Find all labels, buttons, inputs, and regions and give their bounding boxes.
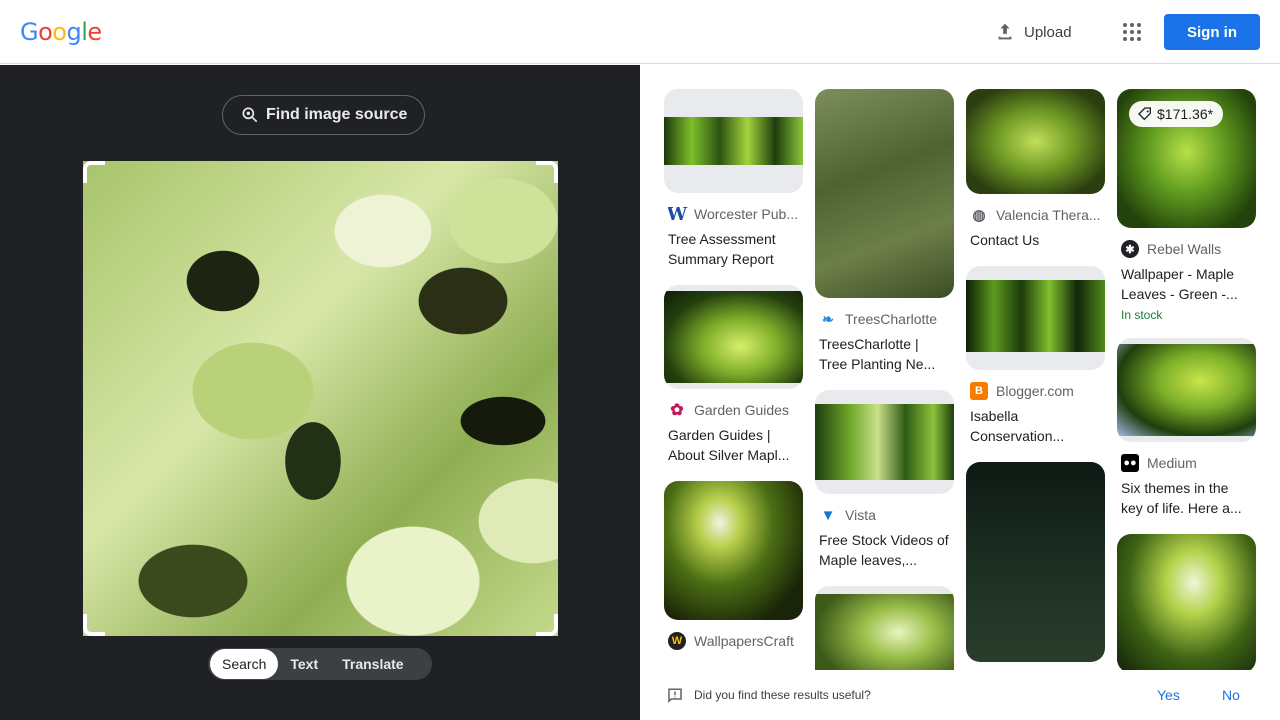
tab-search[interactable]: Search: [210, 649, 279, 679]
result-title[interactable]: Isabella Conservation...: [970, 406, 1101, 446]
crop-handle-top-left[interactable]: [83, 161, 105, 183]
flower-icon: ✿: [670, 402, 684, 419]
results-column: $171.36* ✱ Rebel Walls Wallpaper - Maple…: [1117, 89, 1256, 670]
rebel-walls-icon: ✱: [1121, 240, 1139, 258]
logo-letter: e: [87, 18, 102, 46]
result-source: ●● Medium: [1121, 454, 1252, 472]
result-thumbnail[interactable]: [966, 266, 1105, 370]
result-title[interactable]: Wallpaper - Maple Leaves - Green -...: [1121, 264, 1252, 304]
result-thumbnail[interactable]: [815, 390, 954, 494]
source-name: Vista: [845, 507, 876, 523]
medium-icon: ●●: [1121, 454, 1139, 472]
result-title[interactable]: Six themes in the key of life. Here a...: [1121, 478, 1252, 518]
result-card[interactable]: W Worcester Pub... Tree Assessment Summa…: [664, 89, 803, 269]
result-card[interactable]: [815, 586, 954, 670]
tab-text[interactable]: Text: [278, 649, 330, 679]
find-image-source-label: Find image source: [266, 106, 408, 123]
tab-translate[interactable]: Translate: [330, 649, 415, 679]
sign-in-button[interactable]: Sign in: [1164, 14, 1260, 50]
result-title[interactable]: Tree Assessment Summary Report: [668, 229, 799, 269]
result-thumbnail[interactable]: [664, 285, 803, 389]
result-title[interactable]: Contact Us: [970, 230, 1101, 250]
result-source: ▼ Vista: [819, 506, 950, 524]
result-card[interactable]: B Blogger.com Isabella Conservation...: [966, 266, 1105, 446]
result-thumbnail[interactable]: $171.36*: [1117, 89, 1256, 228]
bird-icon: ❧: [822, 310, 834, 327]
source-name: Medium: [1147, 455, 1197, 471]
source-name: Rebel Walls: [1147, 241, 1222, 257]
source-name: TreesCharlotte: [845, 311, 938, 327]
crop-handle-top-right[interactable]: [536, 161, 558, 183]
logo-letter: o: [52, 18, 67, 46]
google-logo[interactable]: Google: [20, 18, 102, 46]
apps-button[interactable]: [1114, 14, 1150, 50]
results-column: ◍ Valencia Thera... Contact Us B Blogger…: [966, 89, 1105, 670]
apps-grid-icon: [1123, 23, 1141, 41]
feedback-icon: [668, 688, 682, 704]
result-source: ✱ Rebel Walls: [1121, 240, 1252, 258]
logo-letter: g: [66, 18, 82, 46]
result-thumbnail[interactable]: [815, 89, 954, 298]
result-title[interactable]: Garden Guides | About Silver Mapl...: [668, 425, 799, 465]
logo-letter: G: [20, 18, 39, 46]
crop-handle-bottom-right[interactable]: [536, 614, 558, 636]
result-source: W Worcester Pub...: [668, 205, 799, 223]
source-name: Garden Guides: [694, 402, 789, 418]
visual-matches-grid: W Worcester Pub... Tree Assessment Summa…: [640, 65, 1280, 670]
result-title[interactable]: TreesCharlotte | Tree Planting Ne...: [819, 334, 950, 374]
result-thumbnail[interactable]: [664, 89, 803, 193]
result-card[interactable]: $171.36* ✱ Rebel Walls Wallpaper - Maple…: [1117, 89, 1256, 322]
globe-icon: ◍: [972, 207, 986, 224]
results-column: ❧ TreesCharlotte TreesCharlotte | Tree P…: [815, 89, 954, 670]
find-image-source-button[interactable]: Find image source: [222, 95, 426, 135]
upload-button[interactable]: Upload: [984, 14, 1082, 50]
blogger-icon: B: [970, 382, 988, 400]
result-thumbnail[interactable]: [966, 462, 1105, 662]
result-source: W WallpapersCraft: [668, 632, 799, 650]
price-tag-icon: [1138, 107, 1151, 121]
logo-letter: o: [38, 18, 53, 46]
result-thumbnail[interactable]: [966, 89, 1105, 194]
result-card[interactable]: ●● Medium Six themes in the key of life.…: [1117, 338, 1256, 518]
price-badge: $171.36*: [1129, 101, 1224, 127]
upload-label: Upload: [1024, 23, 1072, 41]
mode-tabs: Search Text Translate: [208, 648, 432, 680]
result-source: ✿ Garden Guides: [668, 401, 799, 419]
source-name: WallpapersCraft: [694, 633, 794, 649]
vista-v-icon: ▼: [820, 506, 836, 524]
upload-icon: [998, 23, 1012, 40]
wallpaperscraft-icon: W: [668, 632, 686, 650]
price-value: $171.36*: [1157, 106, 1214, 122]
feedback-no-button[interactable]: No: [1222, 687, 1240, 703]
result-source: ◍ Valencia Thera...: [970, 206, 1101, 224]
source-name: Blogger.com: [996, 383, 1074, 399]
source-name: Valencia Thera...: [996, 207, 1101, 223]
source-name: Worcester Pub...: [694, 206, 799, 222]
result-thumbnail[interactable]: [815, 586, 954, 670]
result-card[interactable]: ▼ Vista Free Stock Videos of Maple leave…: [815, 390, 954, 570]
query-image-panel: Find image source Search Text Translate: [0, 65, 640, 720]
feedback-question: Did you find these results useful?: [694, 688, 871, 702]
result-card[interactable]: [966, 462, 1105, 662]
result-title[interactable]: Free Stock Videos of Maple leaves,...: [819, 530, 950, 570]
result-card[interactable]: [1117, 534, 1256, 670]
result-source: ❧ TreesCharlotte: [819, 310, 950, 328]
result-thumbnail[interactable]: [664, 481, 803, 620]
result-source: B Blogger.com: [970, 382, 1101, 400]
top-bar: Google Upload Sign in: [0, 0, 1280, 64]
result-card[interactable]: ◍ Valencia Thera... Contact Us: [966, 89, 1105, 250]
results-column: W Worcester Pub... Tree Assessment Summa…: [664, 89, 803, 666]
result-card[interactable]: ✿ Garden Guides Garden Guides | About Si…: [664, 285, 803, 465]
crop-handle-bottom-left[interactable]: [83, 614, 105, 636]
result-thumbnail[interactable]: [1117, 338, 1256, 442]
feedback-yes-button[interactable]: Yes: [1157, 687, 1180, 703]
feedback-bar: Did you find these results useful? Yes N…: [640, 670, 1280, 720]
result-thumbnail[interactable]: [1117, 534, 1256, 670]
query-image: [83, 161, 558, 636]
lens-search-icon: [242, 107, 258, 123]
result-card[interactable]: ❧ TreesCharlotte TreesCharlotte | Tree P…: [815, 89, 954, 374]
stock-status: In stock: [1121, 308, 1163, 322]
result-card[interactable]: W WallpapersCraft: [664, 481, 803, 650]
worcester-w-icon: W: [668, 205, 688, 223]
